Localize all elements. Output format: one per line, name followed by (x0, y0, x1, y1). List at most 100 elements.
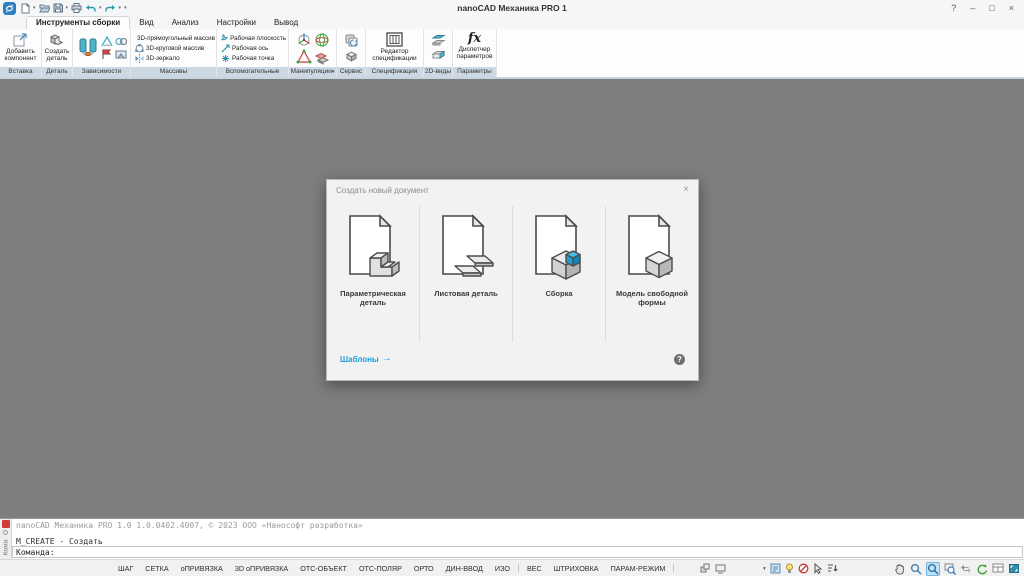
2d-view-front-icon[interactable] (431, 49, 446, 62)
work-plane-button[interactable]: Рабочая плоскость (221, 34, 286, 43)
work-point-button[interactable]: Рабочая точка (221, 54, 286, 63)
array-mirror-button[interactable]: 3D-зеркало (135, 54, 214, 63)
tab-assembly-tools[interactable]: Инструменты сборки (26, 16, 130, 29)
print-icon[interactable] (71, 3, 82, 13)
close-button[interactable]: × (1009, 3, 1014, 13)
toggle-osnap[interactable]: оПРИВЯЗКА (175, 564, 229, 573)
freeform-model-icon (619, 212, 685, 286)
command-window-pin-icon[interactable] (3, 530, 8, 535)
command-history: nanoCAD Механика PRO 1.0 1.0.0402.4007, … (12, 519, 1024, 546)
zoom-window-icon[interactable] (944, 563, 956, 575)
tab-output[interactable]: Вывод (265, 17, 307, 29)
undo-caret-icon[interactable]: ▾ (99, 5, 102, 11)
open-folder-icon[interactable] (39, 3, 50, 13)
annotation-scale-icon[interactable] (700, 563, 711, 574)
qat-more-caret-icon[interactable]: ▾ (124, 5, 127, 11)
toggle-grid[interactable]: СЕТКА (139, 564, 174, 573)
toggle-iso[interactable]: ИЗО (489, 564, 516, 573)
group-caption-manipulations[interactable]: Манипуляции▾ (289, 67, 336, 77)
display-options-caret-icon[interactable]: ▾ (763, 566, 766, 572)
spec-editor-button[interactable]: Редактор спецификации (368, 30, 421, 66)
group-caption-constraints[interactable]: Зависимости (73, 67, 130, 77)
window-controls: ? – □ × (951, 3, 1018, 13)
3d-move-icon[interactable] (296, 32, 312, 48)
previous-view-icon[interactable] (960, 564, 972, 574)
3d-rotate-icon[interactable] (314, 32, 330, 48)
card-assembly[interactable]: Сборка (512, 206, 605, 342)
toggle-otrack-object[interactable]: ОТС-ОБЪЕКТ (294, 564, 353, 573)
minimize-button[interactable]: – (970, 3, 975, 13)
work-axis-button[interactable]: Рабочая ось (221, 44, 286, 53)
2d-view-top-icon[interactable] (431, 34, 446, 47)
toggle-param-mode[interactable]: ПАРАМ-РЕЖИМ (605, 564, 672, 573)
toggle-snap-step[interactable]: ШАГ (112, 564, 139, 573)
constraint-flag-icon[interactable] (101, 49, 113, 60)
save-icon[interactable] (53, 3, 63, 13)
tab-analysis[interactable]: Анализ (163, 17, 208, 29)
parameters-manager-button[interactable]: fx Диспетчер параметров (455, 30, 494, 66)
group-caption-specification[interactable]: Спецификация (366, 67, 423, 77)
zoom-realtime-active[interactable] (926, 562, 940, 576)
viewport-icon[interactable] (992, 563, 1004, 574)
group-caption-arrays[interactable]: Массивы (131, 67, 216, 77)
command-history-area[interactable]: nanoCAD Механика PRO 1.0 1.0.0402.4007, … (12, 519, 1024, 559)
service-update-icon[interactable] (344, 33, 359, 48)
toggle-otrack-polar[interactable]: ОТС-ПОЛЯР (353, 564, 408, 573)
group-caption-insert[interactable]: Вставка (0, 67, 41, 77)
array-circular-button[interactable]: 3D-круговой массив (135, 44, 214, 53)
redo-icon[interactable] (105, 4, 116, 13)
command-window-close-icon[interactable] (2, 520, 10, 528)
undo-icon[interactable] (85, 4, 96, 13)
no-entry-icon[interactable] (798, 563, 809, 574)
zoom-icon[interactable] (910, 563, 922, 575)
new-document-icon[interactable] (21, 3, 30, 14)
save-caret-icon[interactable]: ▾ (66, 5, 69, 11)
help-button[interactable]: ? (951, 3, 956, 13)
regen-icon[interactable] (976, 563, 988, 575)
templates-link[interactable]: Шаблоны → (340, 355, 392, 364)
lightbulb-icon[interactable] (785, 563, 794, 574)
card-freeform-model[interactable]: Модель свободной формы (605, 206, 698, 342)
restore-button[interactable]: □ (989, 3, 994, 13)
array-rectangular-button[interactable]: 3D-прямоугольный массив (135, 34, 214, 43)
redo-caret-icon[interactable]: ▾ (119, 5, 122, 11)
toggle-lineweight[interactable]: ВЕС (521, 564, 548, 573)
group-caption-parameters[interactable]: Параметры (453, 67, 496, 77)
add-component-button[interactable]: Добавить компонент (2, 30, 39, 66)
app-logo-icon[interactable] (3, 2, 16, 15)
toggle-3d-osnap[interactable]: 3D оПРИВЯЗКА (229, 564, 294, 573)
array-circular-icon (135, 44, 144, 53)
group-caption-auxiliary[interactable]: Вспомогательные (217, 67, 288, 77)
ribbon-group-constraints: Зависимости (73, 29, 131, 77)
3d-mate-icon[interactable] (77, 36, 99, 60)
toggle-dynamic-input[interactable]: ДИН-ВВОД (440, 564, 489, 573)
tab-settings[interactable]: Настройки (208, 17, 265, 29)
command-input[interactable]: Команда: (12, 546, 1023, 558)
constraint-browse-icon[interactable] (115, 49, 127, 60)
dialog-help-button[interactable]: ? (674, 354, 685, 365)
group-caption-2d-views[interactable]: 2D-виды (424, 67, 452, 77)
dialog-close-icon[interactable]: × (683, 185, 689, 195)
group-caption-service[interactable]: Сервис (337, 67, 365, 77)
constraint-insert-icon[interactable] (115, 36, 127, 47)
group-caption-part[interactable]: Деталь (42, 67, 72, 77)
sort-order-icon[interactable] (827, 563, 838, 574)
toggle-hatch[interactable]: ШТРИХОВКА (548, 564, 605, 573)
drawing-canvas[interactable]: Создать новый документ × Параметрическая… (0, 79, 1024, 518)
3d-align-icon[interactable] (296, 49, 312, 65)
fullscreen-icon[interactable] (1008, 563, 1020, 574)
3d-section-icon[interactable] (314, 49, 330, 65)
pan-hand-icon[interactable] (894, 563, 906, 575)
new-document-caret-icon[interactable]: ▾ (33, 5, 36, 11)
workspace-icon[interactable] (715, 563, 726, 574)
constraint-angle-icon[interactable] (101, 36, 113, 47)
create-part-button[interactable]: Создать деталь (44, 30, 70, 66)
service-box-icon[interactable] (344, 50, 359, 63)
select-cursor-icon[interactable] (813, 563, 823, 574)
notes-icon[interactable] (770, 563, 781, 574)
window-title: nanoCAD Механика PRO 1 (0, 3, 1024, 13)
toggle-ortho[interactable]: ОРТО (408, 564, 440, 573)
card-parametric-part[interactable]: Параметрическая деталь (327, 206, 419, 342)
tab-view[interactable]: Вид (130, 17, 162, 29)
card-sheet-part[interactable]: Листовая деталь (419, 206, 512, 342)
